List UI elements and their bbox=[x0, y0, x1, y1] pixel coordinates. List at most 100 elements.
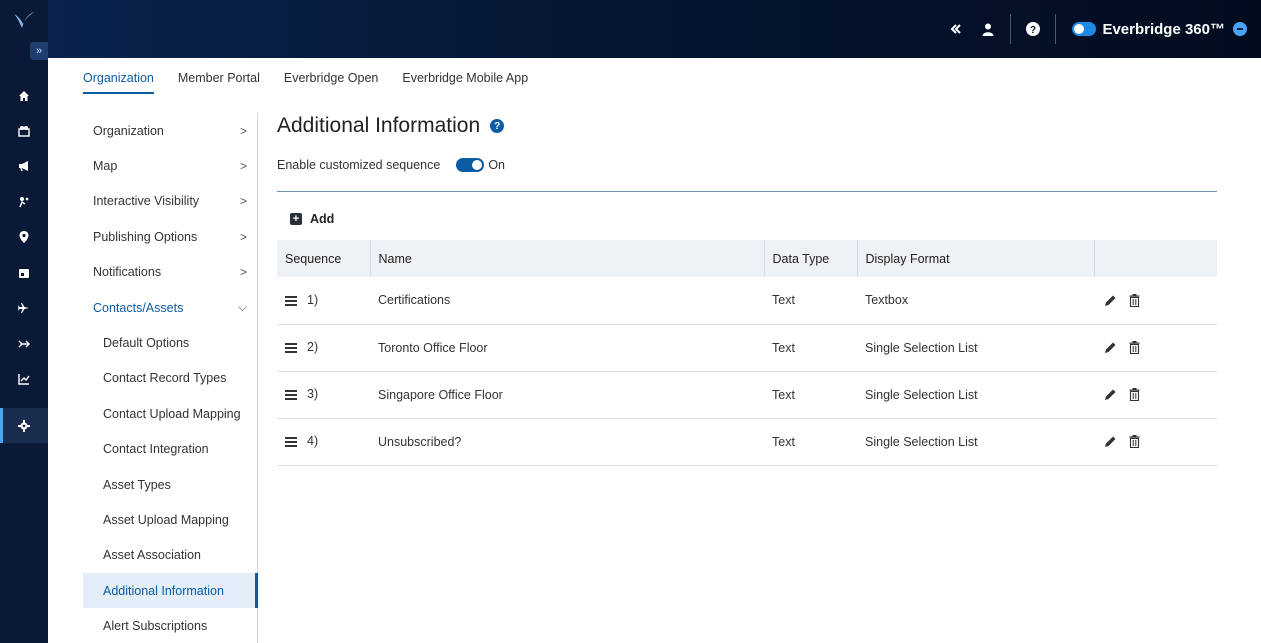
nav-item-label: Map bbox=[93, 159, 118, 174]
edit-button[interactable] bbox=[1102, 340, 1118, 356]
nav-item-asset-types[interactable]: Asset Types bbox=[83, 467, 257, 502]
chevron-down-icon: ⌵ bbox=[237, 300, 247, 315]
row-data-type: Text bbox=[772, 434, 795, 449]
divider bbox=[1055, 14, 1057, 44]
nav-item-alert-subscriptions[interactable]: Alert Subscriptions bbox=[83, 608, 257, 643]
column-header-data-type: Data Type bbox=[763, 240, 857, 277]
row-name: Certifications bbox=[378, 293, 451, 308]
rail-contacts[interactable] bbox=[0, 113, 48, 148]
help-icon[interactable]: ? bbox=[490, 119, 505, 133]
rail-incidents[interactable] bbox=[0, 184, 48, 219]
drag-handle-icon[interactable] bbox=[285, 294, 297, 308]
plus-square-icon: + bbox=[290, 213, 302, 225]
svg-text:?: ? bbox=[1030, 25, 1036, 36]
nav-item-contact-record-types[interactable]: Contact Record Types bbox=[83, 361, 257, 396]
trash-icon bbox=[1129, 293, 1139, 307]
nav-item-label: Additional Information bbox=[103, 583, 224, 598]
divider bbox=[1010, 14, 1012, 44]
drag-handle-icon[interactable] bbox=[285, 388, 297, 402]
add-label: Add bbox=[310, 212, 335, 226]
row-data-type: Text bbox=[772, 340, 795, 355]
logo-icon bbox=[14, 12, 34, 28]
left-rail: » bbox=[0, 0, 48, 643]
chevron-right-icon: > bbox=[239, 265, 247, 280]
row-display-format: Single Selection List bbox=[865, 340, 978, 355]
nav-item-contact-integration[interactable]: Contact Integration bbox=[83, 432, 257, 467]
rail-analytics[interactable] bbox=[0, 361, 48, 396]
tab-everbridge-open[interactable]: Everbridge Open bbox=[284, 58, 379, 98]
megaphone-icon bbox=[19, 160, 28, 171]
rail-home[interactable] bbox=[0, 78, 48, 113]
delete-button[interactable] bbox=[1126, 340, 1142, 356]
edit-button[interactable] bbox=[1102, 434, 1118, 450]
chevron-right-icon: > bbox=[239, 194, 247, 209]
brand-menu-icon[interactable] bbox=[1233, 22, 1247, 36]
rail-travel[interactable] bbox=[0, 290, 48, 325]
rail-calendar[interactable] bbox=[0, 255, 48, 290]
user-icon bbox=[982, 23, 994, 36]
nav-item-label: Asset Types bbox=[103, 477, 171, 492]
rail-settings[interactable] bbox=[0, 408, 48, 443]
main-content: Additional Information ? Enable customiz… bbox=[277, 113, 1217, 466]
contacts-icon bbox=[18, 125, 30, 137]
nav-item-label: Default Options bbox=[103, 336, 190, 351]
delete-button[interactable] bbox=[1126, 292, 1142, 308]
flight-icon bbox=[18, 302, 29, 313]
nav-item-contacts-assets[interactable]: Contacts/Assets ⌵ bbox=[83, 290, 257, 325]
everbridge-logo[interactable] bbox=[0, 0, 48, 40]
column-header-actions bbox=[1093, 240, 1217, 277]
edit-button[interactable] bbox=[1102, 292, 1118, 308]
drag-handle-icon[interactable] bbox=[285, 341, 297, 355]
nav-item-publishing-options[interactable]: Publishing Options > bbox=[83, 219, 257, 254]
row-name: Toronto Office Floor bbox=[378, 340, 488, 355]
row-actions bbox=[1102, 434, 1217, 450]
add-button[interactable]: + Add bbox=[290, 212, 350, 226]
analytics-icon bbox=[18, 373, 30, 385]
chevron-right-icon: > bbox=[239, 123, 247, 138]
product-toggle[interactable] bbox=[1072, 22, 1097, 36]
brand-name: Everbridge 360™ bbox=[1102, 20, 1225, 38]
rail-notifications[interactable] bbox=[0, 148, 48, 183]
edit-button[interactable] bbox=[1102, 387, 1118, 403]
product-switcher[interactable]: Everbridge 360™ bbox=[1072, 21, 1247, 38]
nav-item-map[interactable]: Map > bbox=[83, 148, 257, 183]
tab-everbridge-mobile-app[interactable]: Everbridge Mobile App bbox=[402, 58, 528, 98]
delete-button[interactable] bbox=[1126, 434, 1142, 450]
row-display-format: Textbox bbox=[865, 293, 909, 308]
nav-item-label: Contact Upload Mapping bbox=[103, 406, 241, 421]
nav-item-interactive-visibility[interactable]: Interactive Visibility > bbox=[83, 184, 257, 219]
top-bar-actions: ? Everbridge 360™ bbox=[940, 0, 1247, 58]
tab-member-portal[interactable]: Member Portal bbox=[178, 58, 260, 98]
column-header-display-format: Display Format bbox=[856, 240, 1094, 277]
help-icon: ? bbox=[1026, 22, 1041, 36]
help-button[interactable]: ? bbox=[1017, 0, 1049, 58]
drag-handle-icon[interactable] bbox=[285, 435, 297, 449]
row-display-format: Single Selection List bbox=[865, 434, 978, 449]
nav-item-asset-upload-mapping[interactable]: Asset Upload Mapping bbox=[83, 502, 257, 537]
expand-rail-button[interactable]: » bbox=[30, 42, 48, 60]
tab-organization[interactable]: Organization bbox=[83, 58, 154, 98]
sequence-label: Enable customized sequence bbox=[277, 158, 441, 172]
trash-icon bbox=[1129, 388, 1139, 401]
top-bar: ? Everbridge 360™ bbox=[0, 0, 1261, 58]
nav-item-organization[interactable]: Organization > bbox=[83, 113, 257, 148]
divider bbox=[277, 191, 1217, 192]
rail-travel-risk[interactable] bbox=[0, 326, 48, 361]
sequence-number: 2) bbox=[307, 340, 319, 355]
nav-item-notifications[interactable]: Notifications > bbox=[83, 255, 257, 290]
nav-item-contact-upload-mapping[interactable]: Contact Upload Mapping bbox=[83, 396, 257, 431]
collapse-button[interactable] bbox=[940, 0, 972, 58]
chevron-right-icon: > bbox=[239, 229, 247, 244]
row-actions bbox=[1102, 387, 1217, 403]
user-button[interactable] bbox=[972, 0, 1004, 58]
delete-button[interactable] bbox=[1126, 387, 1142, 403]
page-title: Additional Information ? bbox=[277, 113, 1217, 139]
table-row: 4) Unsubscribed? Text Single Selection L… bbox=[277, 418, 1217, 465]
row-name: Singapore Office Floor bbox=[378, 387, 503, 402]
nav-item-additional-information[interactable]: Additional Information bbox=[83, 573, 258, 609]
nav-item-asset-association[interactable]: Asset Association bbox=[83, 538, 257, 573]
nav-item-default-options[interactable]: Default Options bbox=[83, 325, 257, 360]
sequence-toggle[interactable] bbox=[456, 158, 485, 172]
rail-locations[interactable] bbox=[0, 219, 48, 254]
double-chevron-left-icon bbox=[951, 24, 962, 34]
